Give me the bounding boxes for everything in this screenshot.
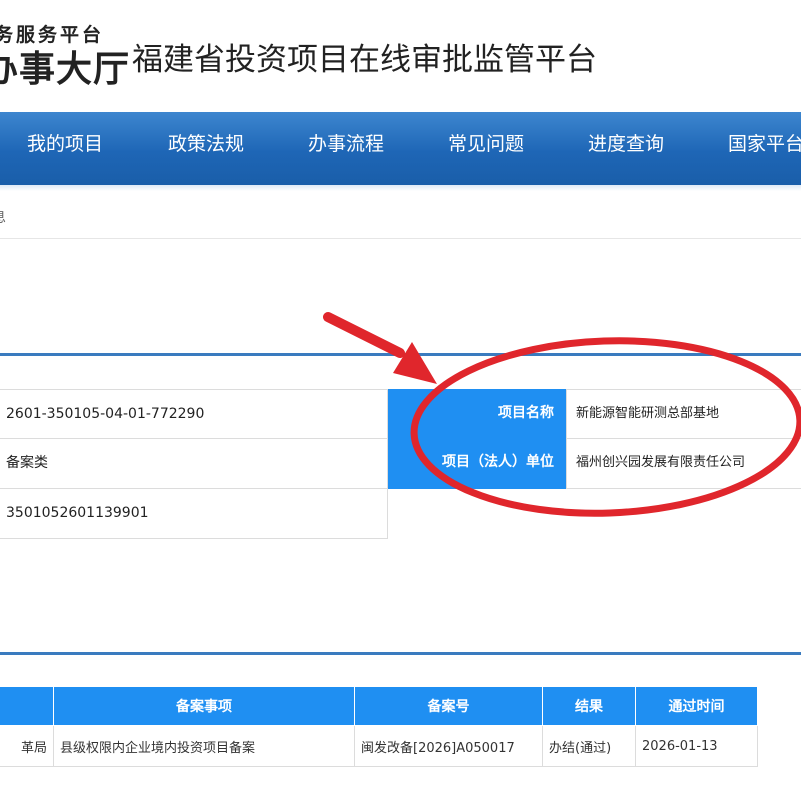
red-arrow-icon: [323, 312, 437, 384]
table-row: 革局 县级权限内企业境内投资项目备案 闽发改备[2026]A050017 办结(…: [0, 725, 758, 767]
table-header-row: 备案事项 备案号 结果 通过时间: [0, 686, 758, 726]
table-header-item: 备案事项: [53, 686, 355, 726]
nav-faq[interactable]: 常见问题: [448, 112, 524, 185]
record-number-cell: 3501052601139901: [0, 488, 388, 539]
record-number: 3501052601139901: [6, 505, 149, 521]
divider: [0, 238, 801, 239]
nav-shadow: [0, 185, 801, 191]
record-table: 备案事项 备案号 结果 通过时间 革局 县级权限内企业境内投资项目备案 闽发改备…: [0, 686, 758, 767]
nav-national-platform[interactable]: 国家平台: [728, 112, 801, 185]
project-type: 备案类: [6, 455, 48, 471]
table-header-dept: [0, 686, 54, 726]
project-name: 新能源智能研测总部基地: [576, 406, 720, 421]
project-code-cell: 2601-350105-04-01-772290: [0, 389, 388, 439]
nav-progress-query[interactable]: 进度查询: [588, 112, 664, 185]
section-rule: [0, 353, 801, 356]
project-name-cell: 新能源智能研测总部基地: [566, 389, 801, 439]
main-nav: 我的项目 政策法规 办事流程 常见问题 进度查询 国家平台: [0, 112, 801, 185]
table-cell-dept: 革局: [0, 725, 54, 767]
table-cell-result: 办结(通过): [542, 725, 636, 767]
table-cell-item: 县级权限内企业境内投资项目备案: [53, 725, 355, 767]
project-type-cell: 备案类: [0, 438, 388, 489]
section-rule: [0, 652, 801, 655]
site-header: 务服务平台 办事大厅 福建省投资项目在线审批监管平台: [0, 0, 801, 112]
site-title: 福建省投资项目在线审批监管平台: [132, 42, 597, 78]
table-cell-record-no: 闽发改备[2026]A050017: [354, 725, 543, 767]
table-header-record-no: 备案号: [354, 686, 543, 726]
logo-title: 办事大厅: [0, 48, 131, 90]
nav-process[interactable]: 办事流程: [308, 112, 384, 185]
breadcrumb: 息: [0, 207, 6, 227]
project-unit-label: 项目（法人）单位: [388, 438, 566, 489]
nav-policies[interactable]: 政策法规: [168, 112, 244, 185]
table-header-result: 结果: [542, 686, 636, 726]
project-unit: 福州创兴园发展有限责任公司: [576, 455, 746, 470]
nav-my-projects[interactable]: 我的项目: [27, 112, 103, 185]
project-unit-cell: 福州创兴园发展有限责任公司: [566, 438, 801, 489]
table-cell-pass-time: 2026-01-13: [635, 725, 758, 767]
project-code: 2601-350105-04-01-772290: [6, 406, 205, 422]
project-name-label: 项目名称: [388, 389, 566, 439]
table-header-pass-time: 通过时间: [635, 686, 758, 726]
